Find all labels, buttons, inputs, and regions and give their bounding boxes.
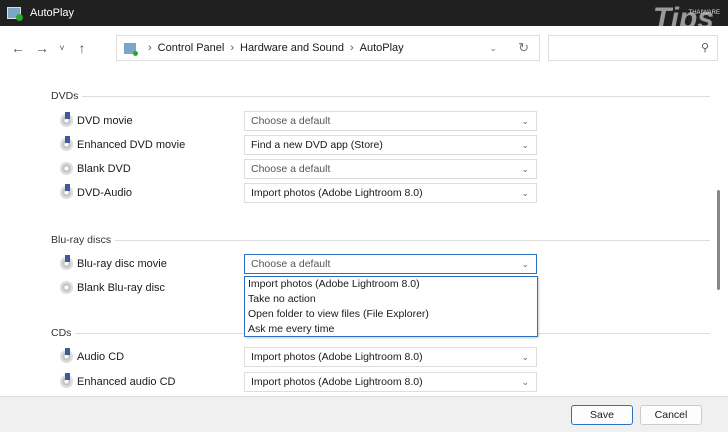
- blank-disc-icon: [60, 162, 73, 175]
- chevron-right-icon: ›: [148, 42, 152, 54]
- bluray-movie-select[interactable]: Choose a default ⌄: [244, 254, 537, 274]
- dvd-audio-select[interactable]: Import photos (Adobe Lightroom 8.0) ⌄: [244, 183, 537, 203]
- enhanced-dvd-movie-select[interactable]: Find a new DVD app (Store) ⌄: [244, 135, 537, 155]
- vertical-scrollbar[interactable]: [710, 70, 728, 396]
- row-bluray-movie: Blu-ray disc movie: [60, 255, 167, 270]
- scrollbar-thumb[interactable]: [717, 190, 720, 290]
- row-dvd-audio: DVD-Audio: [60, 184, 133, 199]
- row-enhanced-audio-cd: Enhanced audio CD: [60, 373, 176, 388]
- breadcrumb-hardware-and-sound[interactable]: Hardware and Sound: [240, 42, 344, 54]
- chevron-down-icon: ⌄: [521, 187, 529, 198]
- chevron-down-icon: ⌄: [521, 163, 529, 174]
- option-open-folder[interactable]: Open folder to view files (File Explorer…: [245, 307, 537, 322]
- chevron-down-icon: ⌄: [521, 376, 529, 387]
- row-label: Blank Blu-ray disc: [77, 281, 166, 294]
- chevron-down-icon: ⌄: [521, 115, 529, 126]
- dvd-movie-icon: [60, 136, 73, 151]
- row-label: Blu-ray disc movie: [77, 257, 167, 270]
- option-take-no-action[interactable]: Take no action: [245, 292, 537, 307]
- cancel-button[interactable]: Cancel: [640, 405, 702, 425]
- autoplay-app-icon: [7, 7, 23, 21]
- option-import-photos[interactable]: Import photos (Adobe Lightroom 8.0): [245, 277, 537, 292]
- row-enhanced-dvd-movie: Enhanced DVD movie: [60, 136, 186, 151]
- chevron-down-icon[interactable]: ⌄: [489, 43, 497, 54]
- select-value: Choose a default: [251, 115, 331, 127]
- dropdown-list: Import photos (Adobe Lightroom 8.0) Take…: [244, 276, 538, 337]
- select-value: Find a new DVD app (Store): [251, 139, 383, 151]
- breadcrumb-autoplay[interactable]: AutoPlay: [360, 42, 404, 54]
- footer-bar: Save Cancel: [0, 396, 728, 432]
- chevron-right-icon: ›: [349, 42, 354, 54]
- option-ask-every-time[interactable]: Ask me every time: [245, 322, 537, 337]
- up-arrow-icon[interactable]: ↑: [70, 40, 94, 56]
- audio-cd-icon: [60, 373, 73, 388]
- row-blank-dvd: Blank DVD: [60, 162, 131, 175]
- bluray-movie-icon: [60, 255, 73, 270]
- select-value: Import photos (Adobe Lightroom 8.0): [251, 351, 423, 363]
- audio-cd-icon: [60, 348, 73, 363]
- save-button[interactable]: Save: [571, 405, 633, 425]
- row-blank-bluray: Blank Blu-ray disc: [60, 281, 165, 294]
- blank-disc-icon: [60, 281, 73, 294]
- navigation-bar: ← → ˅ ↑ › Control Panel › Hardware and S…: [0, 26, 728, 70]
- chevron-down-icon: ⌄: [521, 139, 529, 150]
- row-label: DVD movie: [77, 114, 133, 127]
- refresh-icon[interactable]: ↻: [518, 40, 529, 56]
- back-arrow-icon[interactable]: ←: [6, 40, 30, 56]
- title-bar: AutoPlay Tips THAIWARE: [0, 0, 728, 35]
- section-dvds: DVDs: [51, 90, 711, 102]
- window-title: AutoPlay: [30, 7, 75, 19]
- select-value: Import photos (Adobe Lightroom 8.0): [251, 187, 423, 199]
- row-dvd-movie: DVD movie: [60, 112, 133, 127]
- search-input[interactable]: ⚲: [548, 35, 718, 61]
- blank-dvd-select[interactable]: Choose a default ⌄: [244, 159, 537, 179]
- row-label: Enhanced DVD movie: [77, 138, 186, 151]
- select-value: Import photos (Adobe Lightroom 8.0): [251, 376, 423, 388]
- enhanced-audio-cd-select[interactable]: Import photos (Adobe Lightroom 8.0) ⌄: [244, 372, 537, 392]
- chevron-down-icon: ⌄: [521, 258, 529, 269]
- control-panel-icon: [124, 42, 138, 56]
- watermark-small: THAIWARE: [688, 10, 720, 16]
- row-label: Audio CD: [77, 350, 125, 363]
- search-icon: ⚲: [700, 42, 709, 54]
- dvd-movie-select[interactable]: Choose a default ⌄: [244, 111, 537, 131]
- breadcrumb-control-panel[interactable]: Control Panel: [158, 42, 225, 54]
- forward-arrow-icon[interactable]: →: [30, 40, 54, 56]
- row-label: DVD-Audio: [77, 186, 133, 199]
- dvd-movie-icon: [60, 112, 73, 127]
- chevron-down-icon: ⌄: [521, 351, 529, 362]
- row-label: Enhanced audio CD: [77, 375, 176, 388]
- address-bar[interactable]: › Control Panel › Hardware and Sound › A…: [116, 35, 540, 61]
- chevron-right-icon: ›: [230, 42, 234, 54]
- select-value: Choose a default: [251, 163, 331, 175]
- row-audio-cd: Audio CD: [60, 348, 125, 363]
- row-label: Blank DVD: [77, 162, 131, 175]
- section-bluray: Blu-ray discs: [51, 234, 711, 246]
- recent-locations-icon[interactable]: ˅: [54, 43, 70, 53]
- dvd-audio-icon: [60, 184, 73, 199]
- audio-cd-select[interactable]: Import photos (Adobe Lightroom 8.0) ⌄: [244, 347, 537, 367]
- select-value: Choose a default: [251, 258, 331, 270]
